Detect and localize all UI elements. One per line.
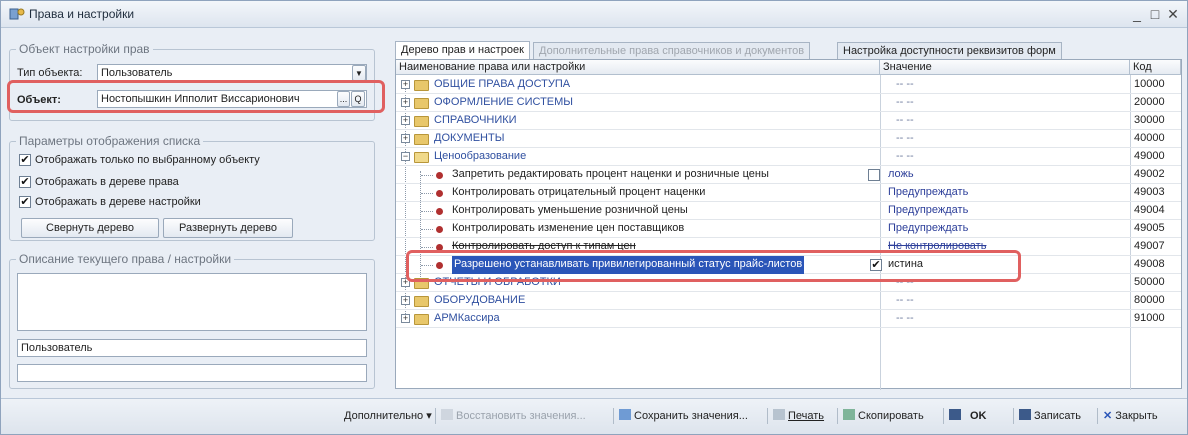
close-icon[interactable]: ✕ bbox=[1165, 6, 1181, 23]
save-values-button[interactable]: Сохранить значения... bbox=[619, 409, 748, 422]
folder-icon bbox=[414, 314, 429, 325]
rights-window: Права и настройки _ □ ✕ Объект настройки… bbox=[0, 0, 1188, 435]
setting-bullet-icon bbox=[436, 226, 443, 233]
minimize-icon[interactable]: _ bbox=[1129, 6, 1145, 22]
expand-icon[interactable]: + bbox=[401, 80, 410, 89]
expand-icon[interactable]: + bbox=[401, 98, 410, 107]
user-field[interactable]: Пользователь bbox=[17, 339, 367, 357]
table-row[interactable]: − Ценообразование -- -- 49000 bbox=[396, 148, 1181, 166]
table-row[interactable]: + СПРАВОЧНИКИ -- -- 30000 bbox=[396, 112, 1181, 130]
expand-icon[interactable]: + bbox=[401, 116, 410, 125]
column-header-code[interactable]: Код bbox=[1130, 60, 1181, 75]
expand-tree-button[interactable]: Развернуть дерево bbox=[163, 218, 293, 238]
print-button[interactable]: Печать bbox=[773, 409, 824, 422]
table-row[interactable]: Контролировать уменьшение розничной цены… bbox=[396, 202, 1181, 220]
close-button[interactable]: ✕ Закрыть bbox=[1103, 409, 1158, 422]
group-title: Объект настройки прав bbox=[16, 42, 153, 56]
collapse-tree-button[interactable]: Свернуть дерево bbox=[21, 218, 159, 238]
folder-icon bbox=[414, 98, 429, 109]
table-row[interactable]: + ОФОРМЛЕНИЕ СИСТЕМЫ -- -- 20000 bbox=[396, 94, 1181, 112]
disk-icon bbox=[949, 409, 961, 420]
table-row[interactable]: + ДОКУМЕНТЫ -- -- 40000 bbox=[396, 130, 1181, 148]
setting-bullet-icon bbox=[436, 172, 443, 179]
table-row[interactable]: Контролировать отрицательный процент нац… bbox=[396, 184, 1181, 202]
expand-icon[interactable]: + bbox=[401, 134, 410, 143]
group-title: Параметры отображения списка bbox=[16, 134, 204, 148]
expand-icon[interactable]: + bbox=[401, 314, 410, 323]
group-title: Описание текущего права / настройки bbox=[16, 252, 235, 266]
restore-values-button[interactable]: Восстановить значения... bbox=[441, 409, 586, 422]
copy-button[interactable]: Скопировать bbox=[843, 409, 924, 422]
copy-icon bbox=[843, 409, 855, 420]
chevron-down-icon[interactable]: ▼ bbox=[352, 65, 366, 81]
checkbox-icon[interactable]: ✔ bbox=[19, 176, 31, 188]
save-values-icon bbox=[619, 409, 631, 420]
object-label: Объект: bbox=[17, 94, 61, 106]
checkbox-icon[interactable]: ✔ bbox=[19, 154, 31, 166]
window-title: Права и настройки bbox=[29, 7, 135, 21]
tab-form-attributes[interactable]: Настройка доступности реквизитов форм bbox=[837, 42, 1062, 59]
user-key-icon bbox=[9, 7, 25, 21]
table-row[interactable]: Контролировать изменение цен поставщиков… bbox=[396, 220, 1181, 238]
description-text[interactable] bbox=[17, 273, 367, 331]
table-row[interactable]: + АРМКассира -- -- 91000 bbox=[396, 310, 1181, 328]
disk-icon bbox=[1019, 409, 1031, 420]
close-x-icon: ✕ bbox=[1103, 410, 1113, 422]
highlight-frame bbox=[406, 250, 1021, 282]
table-row[interactable]: Запретить редактировать процент наценки … bbox=[396, 166, 1181, 184]
write-button[interactable]: Записать bbox=[1019, 409, 1081, 422]
tab-additional-rights[interactable]: Дополнительные права справочников и доку… bbox=[533, 42, 811, 59]
column-header-name[interactable]: Наименование права или настройки bbox=[396, 60, 880, 75]
print-icon bbox=[773, 409, 785, 420]
table-row[interactable]: + ОБЩИЕ ПРАВА ДОСТУПА -- -- 10000 bbox=[396, 76, 1181, 94]
collapse-icon[interactable]: − bbox=[401, 152, 410, 161]
more-button[interactable]: Дополнительно ▾ bbox=[344, 409, 432, 422]
column-header-value[interactable]: Значение bbox=[880, 60, 1130, 75]
folder-icon bbox=[414, 116, 429, 127]
select-button[interactable]: ... bbox=[337, 91, 350, 107]
object-type-label: Тип объекта: bbox=[17, 67, 83, 79]
folder-icon bbox=[414, 296, 429, 307]
table-row[interactable]: + ОБОРУДОВАНИЕ -- -- 80000 bbox=[396, 292, 1181, 310]
ok-button[interactable]: OK bbox=[949, 409, 987, 422]
folder-icon bbox=[414, 80, 429, 91]
setting-bullet-icon bbox=[436, 190, 443, 197]
title-bar: Права и настройки _ □ ✕ bbox=[1, 1, 1187, 28]
setting-bullet-icon bbox=[436, 208, 443, 215]
expand-icon[interactable]: + bbox=[401, 296, 410, 305]
maximize-icon[interactable]: □ bbox=[1147, 6, 1163, 22]
rights-tree-table[interactable]: Наименование права или настройки Значени… bbox=[395, 59, 1182, 390]
object-field[interactable]: Ностопышкин Ипполит Виссарионович bbox=[97, 90, 367, 108]
restore-icon bbox=[441, 409, 453, 420]
search-button[interactable]: Q bbox=[351, 91, 365, 107]
folder-icon bbox=[414, 134, 429, 145]
extra-field[interactable] bbox=[17, 364, 367, 382]
checkbox-icon[interactable]: ✔ bbox=[19, 196, 31, 208]
value-checkbox[interactable] bbox=[868, 169, 880, 181]
folder-open-icon bbox=[414, 152, 429, 163]
tab-rights-tree[interactable]: Дерево прав и настроек bbox=[395, 41, 530, 60]
bottom-toolbar: Дополнительно ▾ Восстановить значения...… bbox=[1, 398, 1187, 434]
